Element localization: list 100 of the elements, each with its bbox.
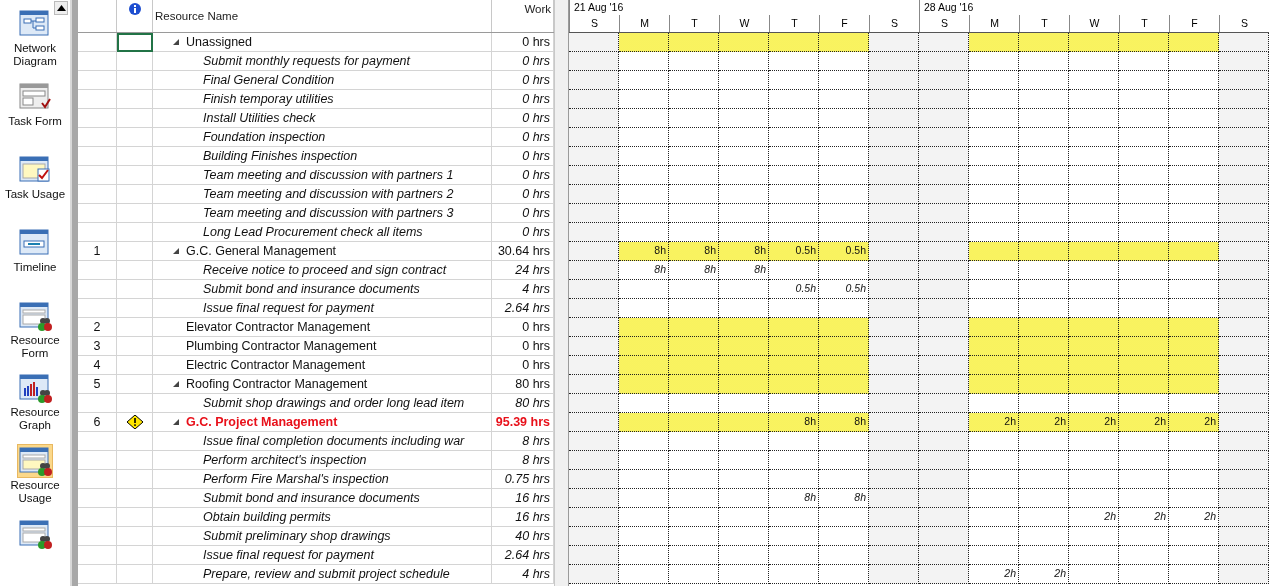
collapse-triangle-icon[interactable]	[172, 380, 180, 388]
week-label: 28 Aug '16	[919, 0, 1269, 15]
assignment-name: Team meeting and discussion with partners 1	[203, 167, 454, 184]
indicator-cell[interactable]	[117, 261, 153, 280]
view-bar-item[interactable]: Timeline	[1, 224, 69, 295]
bar-chart-people-icon	[18, 372, 52, 405]
id-cell: 2	[78, 318, 117, 337]
timescale-cell: 8h	[719, 261, 769, 280]
indicator-cell[interactable]	[117, 451, 153, 470]
indicator-cell[interactable]	[117, 52, 153, 71]
view-bar-item[interactable]: Resource Graph	[1, 370, 69, 441]
id-cell: 4	[78, 356, 117, 375]
resource-name: Roofing Contractor Management	[186, 376, 368, 393]
timescale-cell: 2h	[1069, 413, 1119, 432]
indicator-cell[interactable]	[117, 508, 153, 527]
resource-name: Unassigned	[186, 34, 252, 51]
indicator-cell[interactable]	[117, 432, 153, 451]
indicator-cell[interactable]	[117, 318, 153, 337]
assignment-name: Prepare, review and submit project schedule	[203, 566, 450, 583]
resource-name: Electric Contractor Management	[186, 357, 366, 374]
assignment-name: Issue final request for payment	[203, 547, 374, 564]
day-label: M	[619, 15, 669, 32]
id-cell	[78, 90, 117, 109]
timescale-cell: 2h	[1119, 508, 1169, 527]
form-people-icon	[18, 299, 52, 332]
assignment-name: Submit shop drawings and order long lead item	[203, 395, 465, 412]
indicator-cell[interactable]	[117, 489, 153, 508]
assignment-name: Building Finishes inspection	[203, 148, 358, 165]
id-cell	[78, 527, 117, 546]
indicator-cell[interactable]	[117, 223, 153, 242]
assignment-name: Team meeting and discussion with partners 3	[203, 205, 454, 222]
timescale-cell: 2h	[1169, 413, 1219, 432]
collapse-triangle-icon[interactable]	[172, 247, 180, 255]
indicator-cell[interactable]	[117, 299, 153, 318]
indicator-cell[interactable]	[117, 375, 153, 394]
scroll-up-button[interactable]	[54, 1, 68, 15]
timescale-cell: 2h	[969, 565, 1019, 584]
day-label: S	[1219, 15, 1269, 32]
column-header[interactable]: Resource Name	[153, 0, 492, 32]
assignment-name: Long Lead Procurement check all items	[203, 224, 423, 241]
indicator-cell[interactable]	[117, 470, 153, 489]
id-cell: 1	[78, 242, 117, 261]
id-cell	[78, 185, 117, 204]
resource-name: G.C. General Management	[186, 243, 337, 260]
id-cell	[78, 451, 117, 470]
indicator-cell[interactable]	[117, 204, 153, 223]
id-cell	[78, 489, 117, 508]
indicator-cell[interactable]	[117, 33, 153, 52]
id-cell	[78, 147, 117, 166]
assignment-name: Install Utilities check	[203, 110, 316, 127]
assignment-name: Perform Fire Marshal's inspection	[203, 471, 389, 488]
resource-name: Plumbing Contractor Management	[186, 338, 377, 355]
indicator-cell[interactable]	[117, 280, 153, 299]
id-cell	[78, 508, 117, 527]
timescale-cell: 8h	[769, 489, 819, 508]
resource-name: Elevator Contractor Management	[186, 319, 371, 336]
id-cell: 3	[78, 337, 117, 356]
indicator-cell[interactable]	[117, 337, 153, 356]
indicator-cell[interactable]	[117, 128, 153, 147]
indicator-cell[interactable]	[117, 147, 153, 166]
assignment-name: Submit bond and insurance documents	[203, 281, 420, 298]
splitter-bar[interactable]	[554, 0, 569, 586]
timescale-cell: 8h	[619, 261, 669, 280]
collapse-triangle-icon[interactable]	[172, 418, 180, 426]
indicator-cell[interactable]	[117, 109, 153, 128]
id-cell	[78, 109, 117, 128]
day-label: S	[919, 15, 969, 32]
timescale-cell: 0.5h	[769, 242, 819, 261]
indicator-cell[interactable]	[117, 413, 153, 432]
indicator-cell[interactable]	[117, 90, 153, 109]
indicator-cell[interactable]	[117, 71, 153, 90]
indicator-cell[interactable]	[117, 527, 153, 546]
indicator-cell[interactable]	[117, 546, 153, 565]
collapse-triangle-icon[interactable]	[172, 38, 180, 46]
id-cell	[78, 223, 117, 242]
timescale-cell: 2h	[1019, 565, 1069, 584]
view-bar-item[interactable]: Task Usage	[1, 151, 69, 222]
timescale-cell: 2h	[1019, 413, 1069, 432]
view-bar-item[interactable]: Task Form	[1, 78, 69, 149]
info-icon	[128, 3, 141, 15]
indicator-cell[interactable]	[117, 242, 153, 261]
indicator-cell[interactable]	[117, 356, 153, 375]
day-label: T	[769, 15, 819, 32]
indicator-cell[interactable]	[117, 565, 153, 584]
view-bar-item[interactable]: Resource Form	[1, 297, 69, 368]
view-bar-item[interactable]: Network Diagram	[1, 6, 69, 76]
timescale-cell: 2h	[1069, 508, 1119, 527]
day-label: T	[1119, 15, 1169, 32]
id-cell: 5	[78, 375, 117, 394]
timescale-cell: 8h	[819, 413, 869, 432]
day-label: F	[819, 15, 869, 32]
view-bar-item[interactable]: Resource Usage	[1, 443, 69, 514]
id-cell	[78, 565, 117, 584]
assignment-name: Receive notice to proceed and sign contract	[203, 262, 447, 279]
id-cell	[78, 470, 117, 489]
indicator-cell[interactable]	[117, 185, 153, 204]
assignment-name: Team meeting and discussion with partners 2	[203, 186, 454, 203]
indicator-cell[interactable]	[117, 166, 153, 185]
id-cell	[78, 33, 117, 52]
indicator-cell[interactable]	[117, 394, 153, 413]
